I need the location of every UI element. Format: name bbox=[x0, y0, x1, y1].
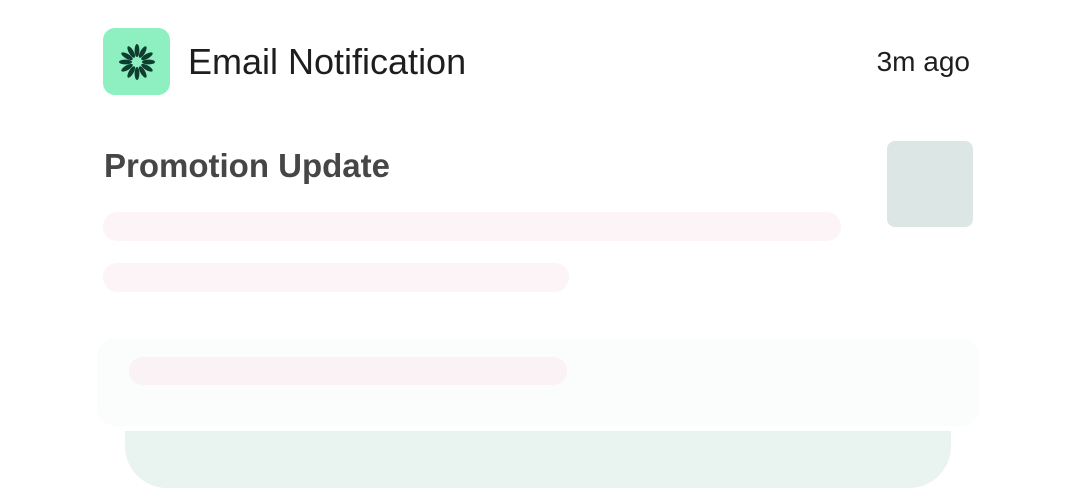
stacked-notification-card-bottom bbox=[125, 431, 951, 488]
timestamp: 3m ago bbox=[876, 46, 970, 77]
notification-header: Email Notification 3m ago bbox=[103, 28, 973, 96]
skeleton-line bbox=[103, 263, 569, 292]
skeleton-line bbox=[103, 212, 841, 241]
stacked-notification-card[interactable] bbox=[97, 338, 979, 426]
flower-burst-icon bbox=[103, 28, 170, 95]
notification-card[interactable]: Promotion Update bbox=[103, 140, 975, 310]
notification-title: Promotion Update bbox=[104, 147, 390, 184]
skeleton-line bbox=[129, 357, 567, 385]
app-name: Email Notification bbox=[188, 41, 467, 82]
thumbnail-image-placeholder bbox=[887, 141, 973, 227]
